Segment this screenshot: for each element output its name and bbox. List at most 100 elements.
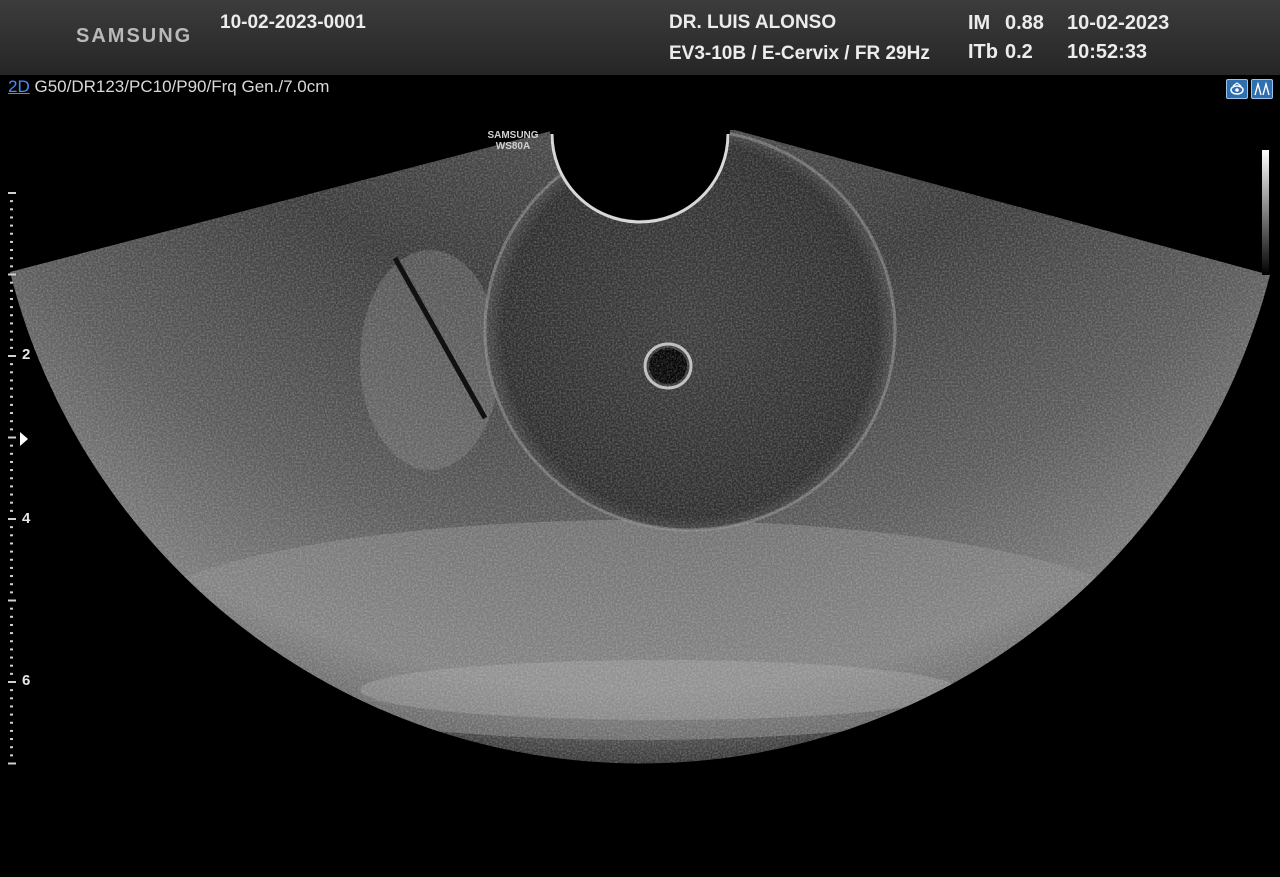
- depth-major-tick: [8, 762, 16, 765]
- depth-minor-tick: [10, 420, 13, 423]
- probe-preset: EV3-10B / E-Cervix / FR 29Hz: [669, 43, 930, 64]
- imaging-parameters: 2D G50/DR123/PC10/P90/Frq Gen./7.0cm: [8, 77, 330, 96]
- depth-minor-tick: [10, 566, 13, 569]
- depth-minor-tick: [10, 754, 13, 757]
- depth-minor-tick: [10, 452, 13, 455]
- focus-marker-icon[interactable]: [20, 432, 28, 446]
- depth-minor-tick: [10, 664, 13, 667]
- depth-minor-tick: [10, 632, 13, 635]
- depth-minor-tick: [10, 232, 13, 235]
- depth-minor-tick: [10, 583, 13, 586]
- param-depth: 7.0cm: [283, 77, 330, 96]
- depth-minor-tick: [10, 591, 13, 594]
- depth-minor-tick: [10, 501, 13, 504]
- depth-minor-tick: [10, 289, 13, 292]
- depth-minor-tick: [10, 322, 13, 325]
- depth-minor-tick: [10, 297, 13, 300]
- depth-label-6: 6: [22, 672, 31, 689]
- grayscale-bar: [1262, 150, 1269, 275]
- depth-major-tick: [8, 355, 16, 357]
- depth-minor-tick: [10, 477, 13, 480]
- depth-minor-tick: [10, 640, 13, 643]
- depth-minor-tick: [10, 379, 13, 382]
- depth-minor-tick: [10, 485, 13, 488]
- depth-minor-tick: [10, 338, 13, 341]
- depth-minor-tick: [10, 330, 13, 333]
- depth-minor-tick: [10, 721, 13, 724]
- depth-minor-tick: [10, 281, 13, 284]
- depth-major-tick: [8, 518, 16, 520]
- exam-date: 10-02-2023: [1067, 12, 1170, 34]
- depth-minor-tick: [10, 265, 13, 268]
- depth-minor-tick: [10, 615, 13, 618]
- watermark-model: WS80A: [495, 141, 531, 152]
- depth-major-tick: [8, 192, 16, 194]
- depth-minor-tick: [10, 542, 13, 545]
- depth-scale-ticks: [8, 192, 28, 765]
- depth-minor-tick: [10, 623, 13, 626]
- header-bar: SAMSUNG 10-02-2023-0001 DR. LUIS ALONSO …: [0, 0, 1280, 75]
- probe-view-icon[interactable]: [1226, 79, 1248, 99]
- depth-minor-tick: [10, 412, 13, 415]
- depth-minor-tick: [10, 363, 13, 366]
- param-power: P90: [176, 77, 207, 96]
- depth-minor-tick: [10, 705, 13, 708]
- depth-minor-tick: [10, 257, 13, 260]
- depth-minor-tick: [10, 249, 13, 252]
- depth-major-tick: [8, 436, 16, 439]
- depth-minor-tick: [10, 200, 13, 203]
- depth-minor-tick: [10, 371, 13, 374]
- depth-minor-tick: [10, 509, 13, 512]
- depth-minor-tick: [10, 550, 13, 553]
- exam-time: 10:52:33: [1067, 41, 1148, 63]
- param-frequency: Frq Gen.: [211, 77, 279, 96]
- depth-minor-tick: [10, 403, 13, 406]
- depth-minor-tick: [10, 729, 13, 732]
- depth-minor-tick: [10, 387, 13, 390]
- depth-minor-tick: [10, 493, 13, 496]
- depth-major-tick: [8, 273, 16, 276]
- depth-minor-tick: [10, 689, 13, 692]
- depth-minor-tick: [10, 224, 13, 227]
- dual-view-icon[interactable]: [1251, 79, 1273, 99]
- depth-minor-tick: [10, 526, 13, 529]
- depth-label-4: 4: [22, 510, 31, 527]
- depth-minor-tick: [10, 534, 13, 537]
- depth-minor-tick: [10, 648, 13, 651]
- depth-minor-tick: [10, 216, 13, 219]
- ultrasound-image[interactable]: [0, 0, 1280, 872]
- depth-minor-tick: [10, 306, 13, 309]
- depth-minor-tick: [10, 208, 13, 211]
- depth-minor-tick: [10, 656, 13, 659]
- brand-logo: SAMSUNG: [76, 25, 193, 47]
- depth-major-tick: [8, 681, 16, 683]
- depth-minor-tick: [10, 428, 13, 431]
- watermark-brand: SAMSUNG: [487, 130, 539, 141]
- depth-minor-tick: [10, 240, 13, 243]
- depth-minor-tick: [10, 469, 13, 472]
- depth-minor-tick: [10, 746, 13, 749]
- depth-minor-tick: [10, 738, 13, 741]
- depth-major-tick: [8, 599, 16, 602]
- depth-minor-tick: [10, 558, 13, 561]
- depth-minor-tick: [10, 346, 13, 349]
- depth-minor-tick: [10, 314, 13, 317]
- depth-minor-tick: [10, 607, 13, 610]
- itb-value: 0.2: [1005, 41, 1033, 63]
- depth-minor-tick: [10, 713, 13, 716]
- param-pc: PC10: [129, 77, 172, 96]
- depth-label-2: 2: [22, 346, 31, 363]
- device-watermark: SAMSUNG WS80A: [470, 130, 556, 152]
- itb-label: ITb: [968, 41, 998, 63]
- depth-minor-tick: [10, 460, 13, 463]
- patient-id: 10-02-2023-0001: [220, 12, 366, 33]
- depth-minor-tick: [10, 444, 13, 447]
- im-value: 0.88: [1005, 12, 1044, 34]
- im-label: IM: [968, 12, 991, 34]
- view-icons: [1226, 79, 1273, 99]
- depth-minor-tick: [10, 672, 13, 675]
- depth-minor-tick: [10, 395, 13, 398]
- depth-minor-tick: [10, 575, 13, 578]
- depth-scale: 2 4 6: [0, 0, 40, 872]
- physician-name: DR. LUIS ALONSO: [669, 12, 837, 33]
